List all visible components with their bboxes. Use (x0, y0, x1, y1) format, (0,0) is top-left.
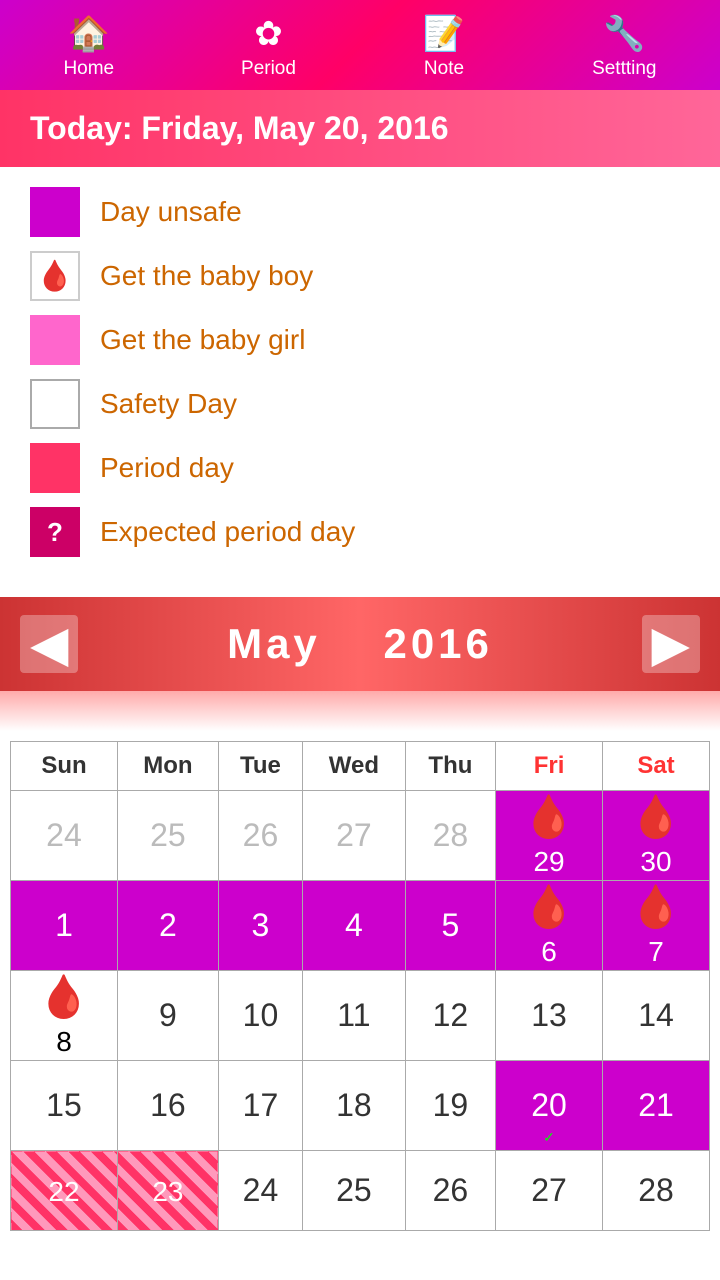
legend-box-expected: ? (30, 507, 80, 557)
nav-home-label: Home (63, 58, 114, 80)
today-text: Today: Friday, May 20, 2016 (30, 110, 449, 146)
nav-settings-label: Settting (592, 58, 656, 80)
table-row: 1 2 3 4 5 🩸 6 🩸 7 (11, 881, 710, 971)
month-year-display: May 2016 (227, 620, 493, 668)
legend-box-girl (30, 315, 80, 365)
legend-item-boy: 🩸 Get the baby boy (30, 251, 690, 301)
table-cell[interactable]: 24 (11, 791, 118, 881)
nav-home[interactable]: 🏠 Home (63, 14, 114, 80)
table-cell[interactable]: 25 (302, 1151, 405, 1231)
legend-item-expected: ? Expected period day (30, 507, 690, 557)
table-row: 24 25 26 27 28 🩸 29 🩸 30 (11, 791, 710, 881)
calendar-header: ◀ May 2016 ▶ (0, 597, 720, 691)
legend-box-period (30, 443, 80, 493)
table-cell[interactable]: 🩸 29 (496, 791, 603, 881)
table-cell[interactable]: 12 (405, 971, 495, 1061)
table-cell[interactable]: 14 (603, 971, 710, 1061)
table-cell[interactable]: 15 (11, 1061, 118, 1151)
next-month-button[interactable]: ▶ (642, 615, 700, 673)
table-row: 15 16 17 18 19 20 ✓ 21 (11, 1061, 710, 1151)
table-row: 22 23 24 25 26 27 28 (11, 1151, 710, 1231)
calendar-table: Sun Mon Tue Wed Thu Fri Sat 24 25 26 27 … (10, 741, 710, 1231)
table-cell[interactable]: 28 (603, 1151, 710, 1231)
table-cell[interactable]: 28 (405, 791, 495, 881)
col-sun: Sun (11, 742, 118, 791)
table-cell[interactable]: 26 (405, 1151, 495, 1231)
blood-drop-icon: 🩸 (36, 259, 73, 294)
table-cell[interactable]: 27 (496, 1151, 603, 1231)
legend-box-unsafe (30, 187, 80, 237)
period-icon: ✿ (254, 14, 283, 54)
table-cell[interactable]: 25 (117, 791, 218, 881)
table-cell[interactable]: 23 (117, 1151, 218, 1231)
table-cell[interactable]: 4 (302, 881, 405, 971)
month-label: May (227, 620, 321, 667)
table-cell[interactable]: 2 (117, 881, 218, 971)
note-icon: 📝 (423, 14, 465, 54)
nav-settings[interactable]: 🔧 Settting (592, 14, 656, 80)
table-cell[interactable]: 3 (218, 881, 302, 971)
legend-label-expected: Expected period day (100, 516, 355, 548)
nav-bar: 🏠 Home ✿ Period 📝 Note 🔧 Settting (0, 0, 720, 90)
legend-label-girl: Get the baby girl (100, 324, 305, 356)
year-label: 2016 (383, 620, 492, 667)
table-cell[interactable]: 22 (11, 1151, 118, 1231)
table-cell-today[interactable]: 20 ✓ (496, 1061, 603, 1151)
legend-label-unsafe: Day unsafe (100, 196, 242, 228)
legend-item-safety: Safety Day (30, 379, 690, 429)
legend-box-safety (30, 379, 80, 429)
table-cell[interactable]: 24 (218, 1151, 302, 1231)
legend-item-girl: Get the baby girl (30, 315, 690, 365)
col-thu: Thu (405, 742, 495, 791)
table-row: 🩸 8 9 10 11 12 13 14 (11, 971, 710, 1061)
col-mon: Mon (117, 742, 218, 791)
question-mark: ? (47, 517, 63, 548)
table-cell[interactable]: 17 (218, 1061, 302, 1151)
legend-label-safety: Safety Day (100, 388, 237, 420)
table-cell[interactable]: 10 (218, 971, 302, 1061)
legend-box-boy: 🩸 (30, 251, 80, 301)
nav-period-label: Period (241, 58, 296, 80)
table-cell[interactable]: 18 (302, 1061, 405, 1151)
col-sat: Sat (603, 742, 710, 791)
calendar-grid-wrapper: Sun Mon Tue Wed Thu Fri Sat 24 25 26 27 … (0, 741, 720, 1251)
table-cell[interactable]: 🩸 30 (603, 791, 710, 881)
legend-item-unsafe: Day unsafe (30, 187, 690, 237)
calendar-subheader (0, 691, 720, 731)
legend-label-boy: Get the baby boy (100, 260, 313, 292)
table-cell[interactable]: 5 (405, 881, 495, 971)
table-cell[interactable]: 11 (302, 971, 405, 1061)
nav-note[interactable]: 📝 Note (423, 14, 465, 80)
calendar-header-row: Sun Mon Tue Wed Thu Fri Sat (11, 742, 710, 791)
col-fri: Fri (496, 742, 603, 791)
col-tue: Tue (218, 742, 302, 791)
table-cell[interactable]: 26 (218, 791, 302, 881)
prev-month-button[interactable]: ◀ (20, 615, 78, 673)
table-cell[interactable]: 1 (11, 881, 118, 971)
settings-icon: 🔧 (603, 14, 645, 54)
nav-note-label: Note (424, 58, 464, 80)
today-banner: Today: Friday, May 20, 2016 (0, 90, 720, 167)
table-cell[interactable]: 16 (117, 1061, 218, 1151)
table-cell[interactable]: 🩸 7 (603, 881, 710, 971)
legend-label-period: Period day (100, 452, 234, 484)
table-cell[interactable]: 9 (117, 971, 218, 1061)
table-cell[interactable]: 27 (302, 791, 405, 881)
table-cell[interactable]: 19 (405, 1061, 495, 1151)
table-cell[interactable]: 13 (496, 971, 603, 1061)
legend: Day unsafe 🩸 Get the baby boy Get the ba… (0, 167, 720, 587)
table-cell[interactable]: 21 (603, 1061, 710, 1151)
legend-item-period: Period day (30, 443, 690, 493)
col-wed: Wed (302, 742, 405, 791)
nav-period[interactable]: ✿ Period (241, 14, 296, 80)
home-icon: 🏠 (68, 14, 110, 54)
table-cell[interactable]: 🩸 8 (11, 971, 118, 1061)
table-cell[interactable]: 🩸 6 (496, 881, 603, 971)
